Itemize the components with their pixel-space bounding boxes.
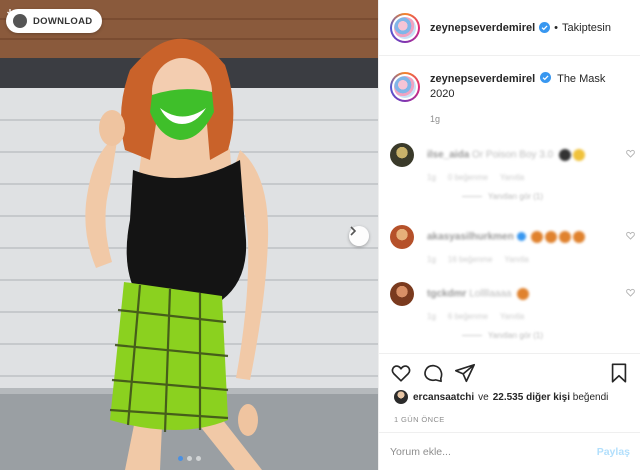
share-icon[interactable] <box>454 362 476 384</box>
next-photo-button[interactable] <box>349 226 369 246</box>
post-caption: zeynepsever​demirel The Mask 2020 <box>379 56 640 102</box>
header-username[interactable]: zeynepsever​demirel <box>430 22 535 34</box>
view-replies-button[interactable]: Yanıtları gör (1) <box>462 192 630 201</box>
comment-likes[interactable]: 6 beğenme <box>448 312 488 321</box>
verified-icon <box>539 22 551 33</box>
avatar[interactable] <box>390 143 414 167</box>
post-side-panel: zeynepsever​demirel • Takiptesin zeyneps… <box>378 0 640 470</box>
bookmark-icon[interactable] <box>608 362 630 384</box>
caption-year: 2020 <box>430 88 455 100</box>
download-icon <box>7 9 27 28</box>
likes-summary[interactable]: ercansaatchi ve 22.535 diğer kişi beğend… <box>379 386 640 404</box>
post-actions: ercansaatchi ve 22.535 diğer kişi beğend… <box>379 353 640 424</box>
avatar[interactable] <box>390 225 414 249</box>
post-date: 1 GÜN ÖNCE <box>394 415 445 424</box>
post-comment-button[interactable]: Paylaş <box>597 446 630 458</box>
header-separator: • <box>554 21 559 34</box>
chevron-right-icon <box>350 226 357 236</box>
following-button[interactable]: Takiptesin <box>562 22 611 34</box>
liker-username[interactable]: ercansaatchi <box>413 392 474 403</box>
comment-input[interactable] <box>390 445 597 458</box>
comment-text: Or Poison Boy 3.0 <box>472 149 554 161</box>
post-header: zeynepsever​demirel • Takiptesin <box>379 0 640 56</box>
carousel-dot <box>187 456 192 461</box>
comment-like-icon[interactable] <box>626 231 635 240</box>
view-replies-button[interactable]: Yanıtları gör (1) <box>462 331 630 340</box>
avatar[interactable] <box>390 282 414 306</box>
carousel-dot <box>196 456 201 461</box>
carousel-dot <box>178 456 183 461</box>
avatar[interactable] <box>390 72 420 102</box>
verified-icon <box>540 72 552 83</box>
heart-icon[interactable] <box>390 362 412 384</box>
download-label: DOWNLOAD <box>33 15 93 27</box>
reply-button[interactable]: Yanıtla <box>504 255 528 264</box>
likes-suffix: beğendi <box>572 391 609 403</box>
post-photo[interactable]: DOWNLOAD <box>0 0 378 470</box>
likes-connector: ve <box>478 391 489 403</box>
reply-button[interactable]: Yanıtla <box>500 312 524 321</box>
caption-timestamp: 1g <box>430 114 441 124</box>
comment-username[interactable]: ilse_aida <box>427 150 469 161</box>
likes-count[interactable]: 22.535 diğer kişi <box>493 392 570 403</box>
comment-like-icon[interactable] <box>626 149 635 158</box>
photo-image <box>0 0 378 470</box>
caption-username[interactable]: zeynepsever​demirel <box>430 73 535 85</box>
comment-time: 1g <box>427 173 436 182</box>
comment-like-icon[interactable] <box>626 288 635 297</box>
comment-likes[interactable]: 0 beğenme <box>448 173 488 182</box>
avatar <box>394 390 408 404</box>
comment-text: Lollllaaaa <box>469 288 512 300</box>
caption-text: The Mask <box>557 73 606 85</box>
comment-item: tgckdmr Lollllaaaa 1g 6 beğenme Yanıtla … <box>390 282 635 340</box>
comment-likes[interactable]: 16 beğenme <box>448 255 492 264</box>
avatar[interactable] <box>390 12 420 43</box>
add-comment-bar: Paylaş <box>379 432 640 470</box>
comment-icon[interactable] <box>422 362 444 384</box>
comment-username[interactable]: akasyasilhurkmen <box>427 232 514 243</box>
comment-time: 1g <box>427 255 436 264</box>
download-button[interactable]: DOWNLOAD <box>6 9 103 33</box>
comment-time: 1g <box>427 312 436 321</box>
comment-item: akasyasilhurkmen 1g 16 beğenme Yanıtla <box>390 225 635 264</box>
comment-username[interactable]: tgckdmr <box>427 289 466 300</box>
comment-item: ilse_aida Or Poison Boy 3.0 1g 0 beğenme… <box>390 143 635 201</box>
reply-button[interactable]: Yanıtla <box>500 173 524 182</box>
carousel-indicator <box>178 456 201 461</box>
